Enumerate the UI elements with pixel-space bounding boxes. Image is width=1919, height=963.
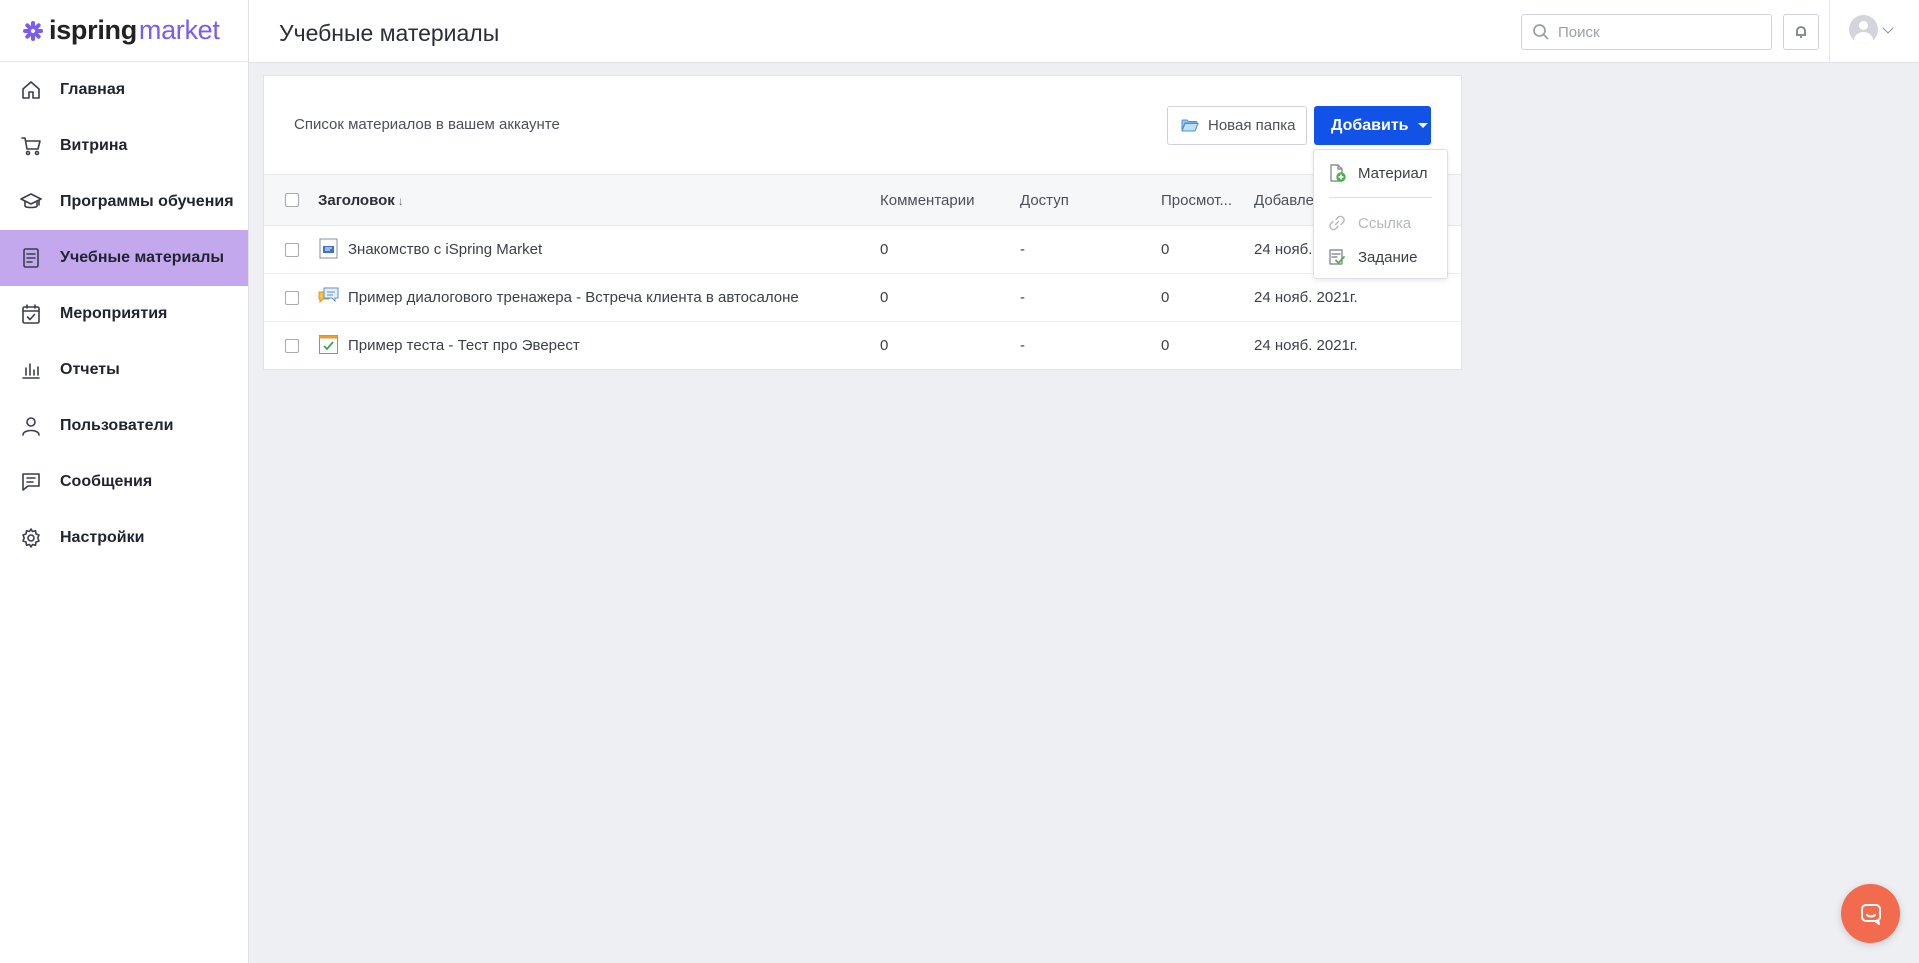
sidebar-item-events[interactable]: Мероприятия: [0, 286, 248, 342]
add-menu-item-label: Задание: [1358, 248, 1418, 266]
add-dropdown-menu: Материал Ссылка Задание: [1313, 149, 1448, 279]
column-views[interactable]: Просмот...: [1161, 192, 1232, 209]
row-views: 0: [1161, 241, 1170, 258]
logo-flower-icon: [23, 20, 43, 41]
search-input[interactable]: [1558, 23, 1758, 41]
row-added: 24 нояб. 2021г.: [1254, 289, 1358, 306]
presentation-icon: [319, 238, 338, 259]
add-menu-item-label: Материал: [1358, 164, 1428, 182]
sidebar-item-label: Витрина: [60, 137, 128, 154]
new-folder-label: Новая папка: [1208, 117, 1296, 134]
user-icon: [20, 415, 42, 437]
menu-divider: [1329, 197, 1432, 198]
sidebar-item-programs[interactable]: Программы обучения: [0, 174, 248, 230]
new-folder-button[interactable]: Новая папка: [1167, 106, 1307, 145]
sidebar-item-settings[interactable]: Настройки: [0, 510, 248, 566]
add-button-label: Добавить: [1331, 116, 1409, 134]
table-row[interactable]: Пример теста - Тест про Эверест 0 - 0 24…: [264, 322, 1461, 370]
caret-down-icon: [1417, 123, 1428, 128]
row-title[interactable]: Пример теста - Тест про Эверест: [348, 337, 580, 354]
cart-icon: [20, 135, 42, 157]
table-row[interactable]: Знакомство с iSpring Market 0 - 0 24 ноя…: [264, 226, 1461, 274]
header-divider: [1829, 0, 1830, 62]
avatar: [1849, 15, 1878, 44]
sidebar-nav: Главная Витрина Программы обучения Учебн…: [0, 62, 248, 566]
row-views: 0: [1161, 289, 1170, 306]
row-comments: 0: [880, 241, 889, 258]
home-icon: [20, 79, 42, 101]
add-button[interactable]: Добавить: [1314, 106, 1431, 145]
sidebar-item-label: Сообщения: [60, 473, 153, 490]
materials-card: Список материалов в вашем аккаунте Новая…: [263, 75, 1462, 370]
sidebar-item-label: Главная: [60, 81, 126, 98]
add-menu-item-material[interactable]: Материал: [1314, 157, 1447, 189]
card-description: Список материалов в вашем аккаунте: [294, 116, 560, 133]
chevron-down-icon: [1882, 21, 1894, 34]
sidebar-item-showcase[interactable]: Витрина: [0, 118, 248, 174]
logo-text: ispring market: [49, 15, 220, 45]
column-comments[interactable]: Комментарии: [880, 192, 974, 209]
row-access: -: [1020, 241, 1025, 258]
message-icon: [20, 471, 42, 493]
sort-arrow-icon: ↓: [397, 194, 404, 208]
sidebar-item-home[interactable]: Главная: [0, 62, 248, 118]
table-row[interactable]: Пример диалогового тренажера - Встреча к…: [264, 274, 1461, 322]
row-checkbox[interactable]: [285, 243, 299, 257]
sidebar-item-label: Мероприятия: [60, 305, 168, 322]
dialog-icon: [318, 287, 339, 304]
row-access: -: [1020, 289, 1025, 306]
quiz-icon: [319, 335, 338, 354]
top-header: Учебные материалы: [249, 0, 1919, 63]
add-menu-item-link[interactable]: Ссылка: [1314, 207, 1447, 239]
gear-icon: [20, 527, 42, 549]
search-icon: [1533, 24, 1549, 40]
logo[interactable]: ispring market: [0, 0, 248, 62]
link-icon: [1329, 215, 1345, 231]
row-checkbox[interactable]: [285, 339, 299, 353]
sidebar-item-label: Пользователи: [60, 417, 174, 434]
row-title[interactable]: Знакомство с iSpring Market: [348, 241, 542, 258]
chat-widget-button[interactable]: [1841, 884, 1900, 943]
sidebar-item-messages[interactable]: Сообщения: [0, 454, 248, 510]
notifications-button[interactable]: [1783, 14, 1819, 50]
column-access[interactable]: Доступ: [1020, 192, 1069, 209]
card-toolbar: Список материалов в вашем аккаунте Новая…: [264, 76, 1461, 175]
add-menu-item-label: Ссылка: [1358, 214, 1412, 232]
user-menu[interactable]: [1849, 15, 1894, 44]
sidebar-item-reports[interactable]: Отчеты: [0, 342, 248, 398]
chat-icon: [1860, 903, 1881, 925]
table-header: Заголовок ↓ Комментарии Доступ Просмот...…: [264, 175, 1461, 226]
folder-icon: [1181, 119, 1199, 132]
sidebar-item-label: Настройки: [60, 529, 145, 546]
file-add-icon: [1330, 164, 1346, 182]
select-all-checkbox[interactable]: [285, 193, 299, 207]
row-added: 24 нояб.: [1254, 241, 1313, 258]
column-added[interactable]: Добавле: [1254, 192, 1314, 209]
row-comments: 0: [880, 289, 889, 306]
graduation-cap-icon: [20, 191, 42, 213]
sidebar: ispring market Главная Витрина Программы…: [0, 0, 249, 963]
sidebar-item-users[interactable]: Пользователи: [0, 398, 248, 454]
row-views: 0: [1161, 337, 1170, 354]
column-title[interactable]: Заголовок ↓: [318, 192, 404, 209]
document-list-icon: [20, 247, 42, 269]
calendar-check-icon: [20, 303, 42, 325]
row-comments: 0: [880, 337, 889, 354]
row-access: -: [1020, 337, 1025, 354]
bell-icon: [1796, 26, 1806, 38]
row-title[interactable]: Пример диалогового тренажера - Встреча к…: [348, 289, 799, 306]
task-icon: [1329, 249, 1345, 265]
search-box[interactable]: [1521, 14, 1772, 50]
sidebar-item-materials[interactable]: Учебные материалы: [0, 230, 248, 286]
add-menu-item-task[interactable]: Задание: [1314, 241, 1447, 273]
row-checkbox[interactable]: [285, 291, 299, 305]
page-title: Учебные материалы: [279, 20, 500, 46]
sidebar-item-label: Отчеты: [60, 361, 120, 378]
sidebar-item-label: Программы обучения: [60, 193, 234, 210]
sidebar-item-label: Учебные материалы: [60, 249, 225, 266]
row-added: 24 нояб. 2021г.: [1254, 337, 1358, 354]
bar-chart-icon: [20, 359, 42, 381]
